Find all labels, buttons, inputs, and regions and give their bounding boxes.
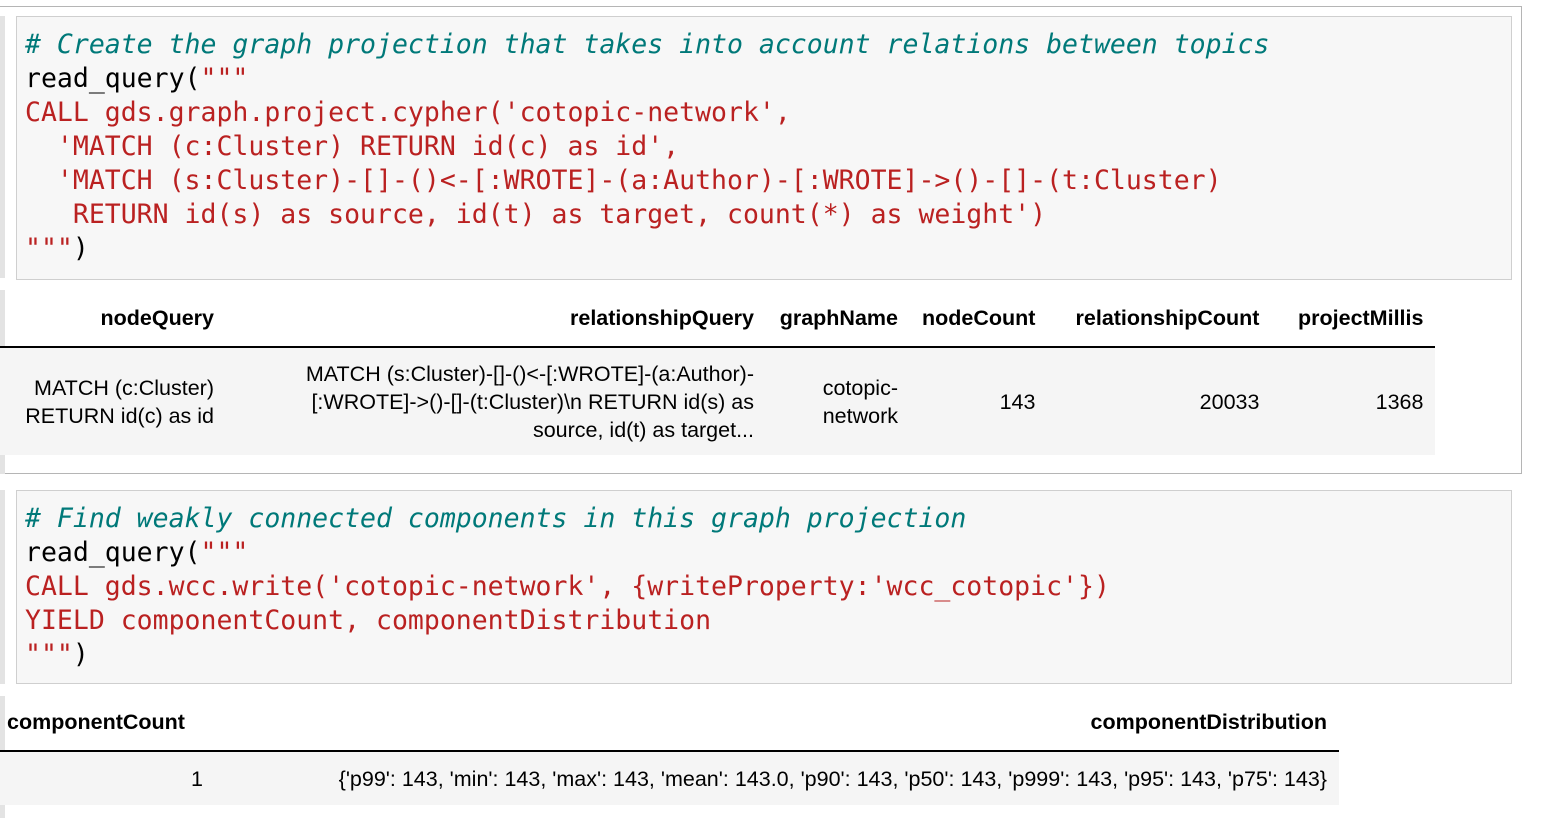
- code-line: RETURN id(s) as source, id(t) as target,…: [25, 198, 1511, 232]
- code-string: """: [25, 233, 73, 264]
- col-header-nodeCount: nodeCount: [910, 290, 1048, 348]
- code-line: read_query(""": [25, 62, 1511, 96]
- cell-text-line: MATCH (s:Cluster)-[]-()<-[:WROTE]-(a:Aut…: [305, 361, 754, 386]
- cell-nodeQuery: MATCH (c:Cluster) RETURN id(c) as id: [0, 347, 226, 455]
- cell-text-line: source, id(t) as target...: [532, 417, 754, 442]
- code-comment: # Create the graph projection that takes…: [25, 29, 1270, 60]
- col-header-componentDistribution: componentDistribution: [215, 694, 1339, 752]
- code-string: 'MATCH (s:Cluster)-[]-()<-[:WROTE]-(a:Au…: [25, 165, 1222, 196]
- code-string: """: [25, 639, 73, 670]
- code-token: read_query(: [25, 63, 201, 94]
- cell-2-input-gutter: [0, 490, 5, 684]
- col-header-componentCount: componentCount: [0, 694, 215, 752]
- col-header-relationshipQuery: relationshipQuery: [226, 290, 766, 348]
- code-editor-cell-2[interactable]: # Find weakly connected components in th…: [16, 490, 1512, 684]
- col-header-projectMillis: projectMillis: [1271, 290, 1436, 348]
- cell-nodeCount: 143: [910, 347, 1048, 455]
- code-line: """): [25, 232, 1511, 266]
- code-string: CALL gds.graph.project.cypher('cotopic-n…: [25, 97, 791, 128]
- code-line: 'MATCH (s:Cluster)-[]-()<-[:WROTE]-(a:Au…: [25, 164, 1511, 198]
- code-string: YIELD componentCount, componentDistribut…: [25, 605, 712, 636]
- cell-relationshipQuery: MATCH (s:Cluster)-[]-()<-[:WROTE]-(a:Aut…: [226, 347, 766, 455]
- code-string: """: [200, 537, 249, 568]
- code-line: # Create the graph projection that takes…: [25, 28, 1511, 62]
- cell-graphName: cotopic- network: [766, 347, 910, 455]
- code-editor-cell-1[interactable]: # Create the graph projection that takes…: [16, 16, 1512, 280]
- code-line: # Find weakly connected components in th…: [25, 502, 1511, 536]
- code-line: 'MATCH (c:Cluster) RETURN id(c) as id',: [25, 130, 1511, 164]
- table-header-row: componentCount componentDistribution: [0, 694, 1339, 752]
- cell-1-input-gutter: [0, 16, 5, 278]
- code-line: """): [25, 638, 1511, 672]
- code-token: ): [72, 639, 89, 670]
- code-string: """: [200, 63, 249, 94]
- code-line: YIELD componentCount, componentDistribut…: [25, 604, 1511, 638]
- code-line: read_query(""": [25, 536, 1511, 570]
- cell-text-line: cotopic-: [822, 375, 898, 400]
- code-string: CALL gds.wcc.write('cotopic-network', {w…: [25, 571, 1110, 602]
- cell-text-line: network: [822, 403, 898, 428]
- cell-componentCount: 1: [0, 751, 215, 805]
- cell-relationshipCount: 20033: [1047, 347, 1272, 455]
- output-table-projection: nodeQuery relationshipQuery graphName no…: [0, 290, 1436, 455]
- cell-text-line: MATCH (c:Cluster): [34, 375, 214, 400]
- table-row: MATCH (c:Cluster) RETURN id(c) as id MAT…: [0, 347, 1436, 455]
- col-header-graphName: graphName: [766, 290, 910, 348]
- cell-componentDistribution: {'p99': 143, 'min': 143, 'max': 143, 'me…: [215, 751, 1339, 805]
- cell-projectMillis: 1368: [1271, 347, 1436, 455]
- code-string: 'MATCH (c:Cluster) RETURN id(c) as id',: [25, 131, 680, 162]
- code-string: RETURN id(s) as source, id(t) as target,…: [25, 199, 1047, 230]
- cell-text-line: RETURN id(c) as id: [25, 403, 214, 428]
- table-row: 1 {'p99': 143, 'min': 143, 'max': 143, '…: [0, 751, 1339, 805]
- cell-text-line: [:WROTE]->()-[]-(t:Cluster)\n RETURN id(…: [311, 389, 754, 414]
- code-line: CALL gds.graph.project.cypher('cotopic-n…: [25, 96, 1511, 130]
- code-token: ): [72, 233, 89, 264]
- col-header-nodeQuery: nodeQuery: [0, 290, 226, 348]
- code-line: CALL gds.wcc.write('cotopic-network', {w…: [25, 570, 1511, 604]
- output-table-wcc: componentCount componentDistribution 1 {…: [0, 694, 1339, 805]
- code-comment: # Find weakly connected components in th…: [25, 503, 967, 534]
- col-header-relationshipCount: relationshipCount: [1047, 290, 1272, 348]
- table-header-row: nodeQuery relationshipQuery graphName no…: [0, 290, 1436, 348]
- code-token: read_query(: [25, 537, 201, 568]
